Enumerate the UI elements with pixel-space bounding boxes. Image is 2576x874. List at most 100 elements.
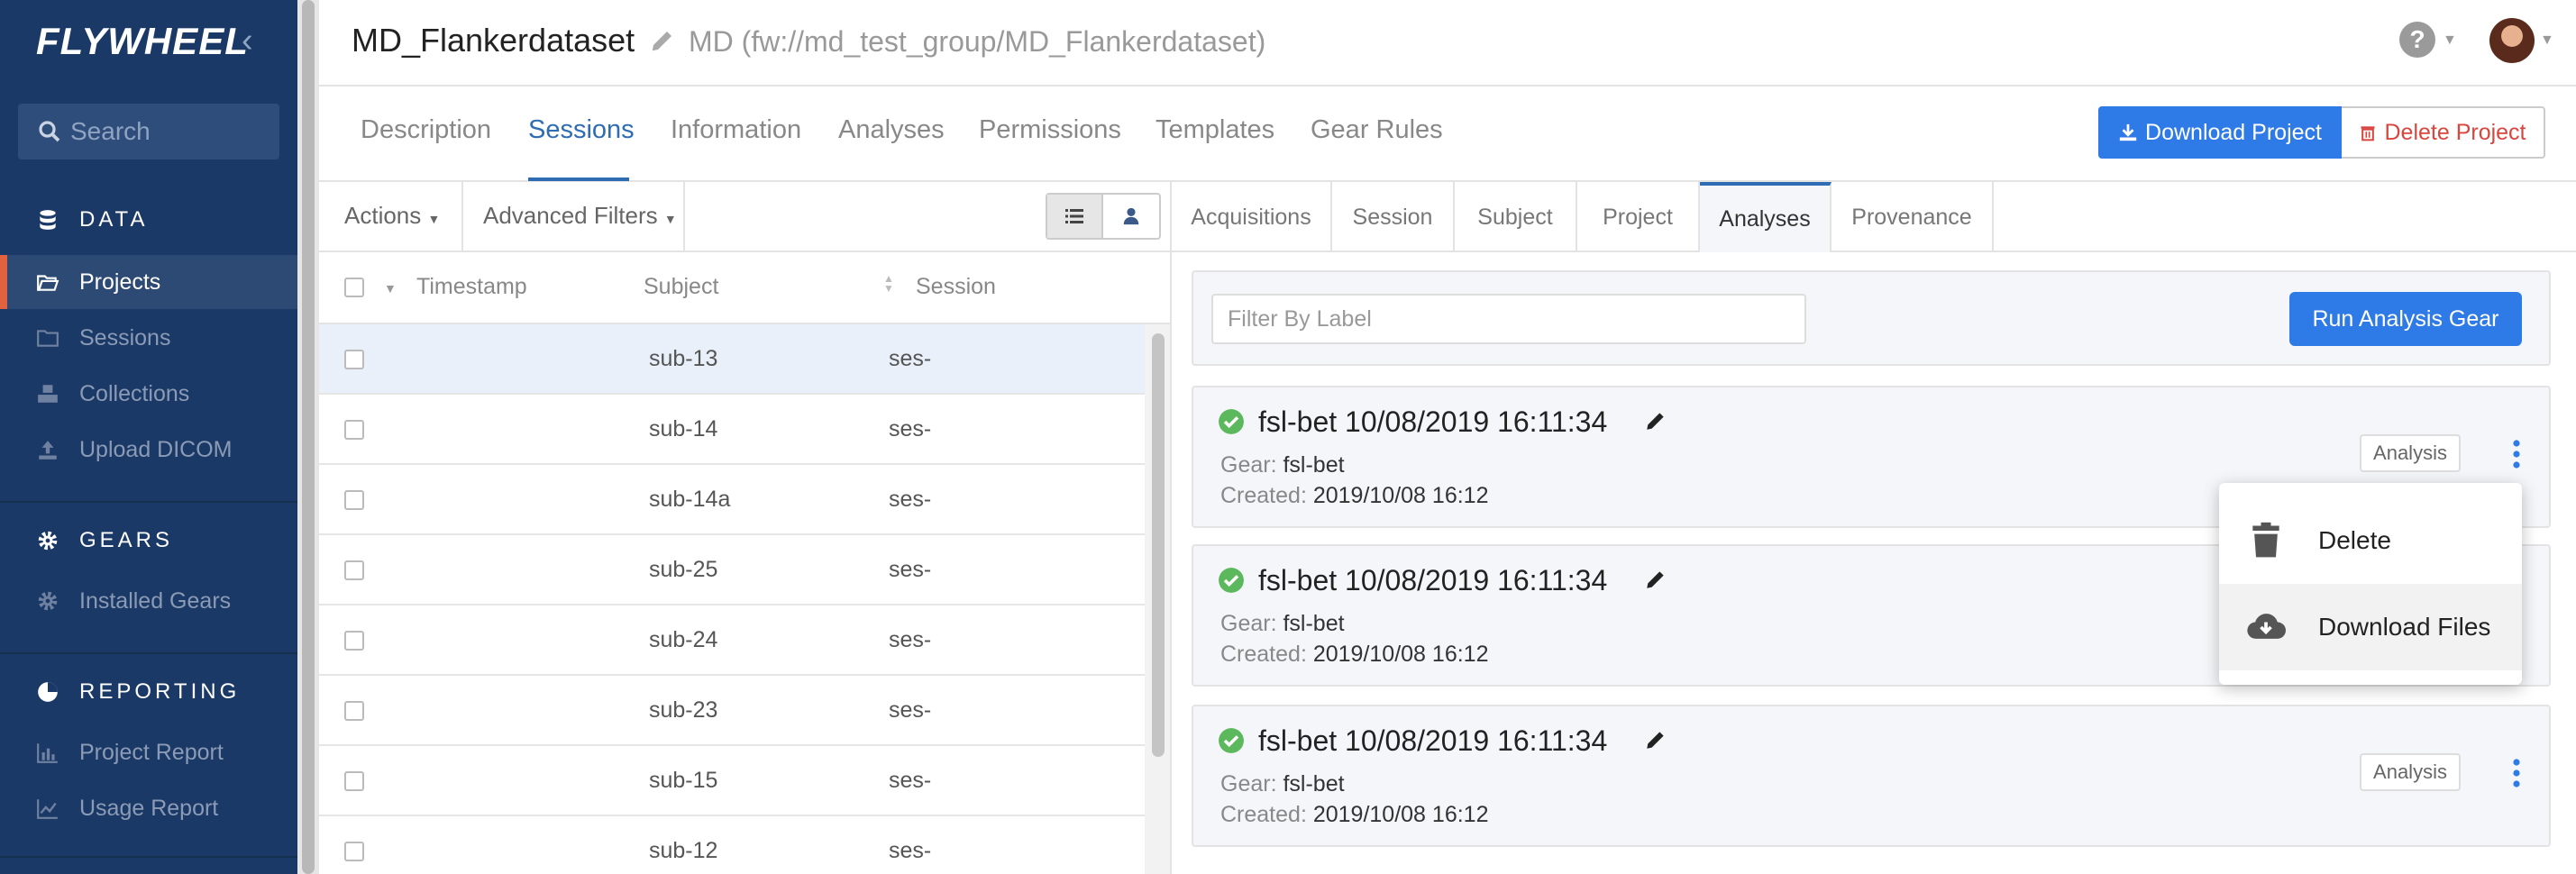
tab-information[interactable]: Information	[671, 115, 801, 145]
table-scrollbar[interactable]	[1145, 324, 1172, 874]
analysis-badge: Analysis	[2360, 434, 2461, 472]
tab-analyses[interactable]: Analyses	[838, 115, 945, 145]
actions-dropdown[interactable]: Actions ▼	[344, 202, 440, 230]
download-project-button[interactable]: Download Project	[2098, 106, 2342, 159]
tab-acquisitions[interactable]: Acquisitions	[1172, 182, 1332, 252]
sidebar-item-sessions[interactable]: Sessions	[0, 311, 297, 365]
sidebar-item-project-report[interactable]: Project Report	[0, 725, 297, 779]
sidebar-item-label: Projects	[79, 269, 161, 295]
detail-tabs: Acquisitions Session Subject Project Ana…	[1172, 182, 2576, 252]
column-session[interactable]: Session	[916, 274, 996, 300]
row-checkbox[interactable]	[344, 631, 364, 651]
help-caret-icon[interactable]: ▼	[2443, 32, 2457, 49]
download-icon	[2119, 123, 2137, 141]
folder-icon	[37, 330, 59, 347]
flywheel-logo[interactable]: FLYWHEEL	[36, 20, 249, 63]
row-session: ses-	[889, 416, 932, 442]
cloud-download-icon	[2247, 614, 2286, 639]
row-checkbox[interactable]	[344, 701, 364, 721]
sort-desc-icon[interactable]: ▼	[384, 281, 397, 296]
row-checkbox[interactable]	[344, 771, 364, 791]
subject-view-button[interactable]	[1103, 195, 1159, 238]
row-session: ses-	[889, 346, 932, 371]
menu-item-download-files[interactable]: Download Files	[2219, 584, 2522, 670]
tab-project[interactable]: Project	[1577, 182, 1700, 252]
menu-item-delete[interactable]: Delete	[2219, 497, 2522, 584]
row-subject: sub-24	[649, 627, 718, 652]
select-all-checkbox[interactable]	[344, 278, 364, 297]
pencil-icon[interactable]	[649, 27, 676, 54]
analyses-filter-bar: Run Analysis Gear	[1192, 270, 2551, 366]
cubes-icon	[38, 385, 58, 403]
analysis-created: Created: 2019/10/08 16:12	[1220, 483, 1488, 509]
run-analysis-gear-button[interactable]: Run Analysis Gear	[2289, 292, 2522, 346]
tab-session[interactable]: Session	[1332, 182, 1455, 252]
section-gears: GEARS	[36, 528, 173, 553]
analysis-badge: Analysis	[2360, 753, 2461, 791]
gear-icon	[38, 531, 58, 551]
kebab-menu-icon[interactable]	[2509, 438, 2524, 470]
row-checkbox[interactable]	[344, 490, 364, 510]
tab-analyses-detail[interactable]: Analyses	[1700, 182, 1832, 252]
avatar-caret-icon[interactable]: ▼	[2540, 32, 2554, 49]
table-row[interactable]: sub-24 ses-	[319, 605, 1145, 676]
page-scrollbar-thumb[interactable]	[302, 0, 315, 874]
table-row[interactable]: sub-23 ses-	[319, 676, 1145, 746]
table-row[interactable]: sub-15 ses-	[319, 746, 1145, 816]
sidebar-item-label: Project Report	[79, 739, 224, 765]
trash-icon	[2252, 522, 2279, 558]
analysis-context-menu: Delete Download Files	[2219, 483, 2522, 685]
tab-sessions[interactable]: Sessions	[528, 115, 635, 145]
table-row[interactable]: sub-14a ses-	[319, 465, 1145, 535]
page-scrollbar[interactable]	[297, 0, 319, 874]
row-checkbox[interactable]	[344, 350, 364, 369]
list-view-button[interactable]	[1047, 195, 1104, 238]
sort-icon[interactable]: ▲ ▼	[883, 273, 894, 294]
line-chart-icon	[37, 799, 58, 819]
collapse-sidebar-icon[interactable]: ‹	[242, 22, 253, 60]
menu-item-label: Delete	[2318, 526, 2391, 554]
filter-by-label-input[interactable]	[1211, 294, 1806, 344]
analysis-card[interactable]: fsl-bet 10/08/2019 16:11:34 Gear: fsl-be…	[1192, 705, 2551, 847]
sidebar-item-usage-report[interactable]: Usage Report	[0, 781, 297, 835]
analysis-created: Created: 2019/10/08 16:12	[1220, 802, 1488, 828]
tab-provenance[interactable]: Provenance	[1832, 182, 1994, 252]
column-subject[interactable]: Subject	[644, 274, 718, 300]
table-row[interactable]: sub-13 ses-	[319, 324, 1145, 395]
table-row[interactable]: sub-14 ses-	[319, 395, 1145, 465]
pencil-icon[interactable]	[1644, 568, 1667, 591]
table-row[interactable]: sub-25 ses-	[319, 535, 1145, 605]
search-icon	[39, 121, 60, 142]
delete-project-label: Delete Project	[2384, 119, 2526, 145]
sidebar-divider	[0, 652, 297, 654]
row-session: ses-	[889, 557, 932, 582]
pencil-icon[interactable]	[1644, 728, 1667, 751]
sidebar-item-upload-dicom[interactable]: Upload DICOM	[0, 423, 297, 477]
tab-description[interactable]: Description	[361, 115, 491, 145]
row-checkbox[interactable]	[344, 842, 364, 861]
table-row[interactable]: sub-12 ses-	[319, 816, 1145, 874]
row-checkbox[interactable]	[344, 560, 364, 580]
column-timestamp[interactable]: Timestamp	[416, 274, 527, 300]
advanced-filters-dropdown[interactable]: Advanced Filters ▼	[483, 202, 677, 230]
actions-label: Actions	[344, 202, 422, 229]
table-scrollbar-thumb[interactable]	[1152, 333, 1165, 757]
tab-templates[interactable]: Templates	[1156, 115, 1274, 145]
search-box[interactable]	[18, 104, 279, 159]
help-icon[interactable]: ?	[2399, 22, 2435, 58]
kebab-menu-icon[interactable]	[2509, 757, 2524, 789]
search-input[interactable]	[70, 113, 269, 150]
tab-subject[interactable]: Subject	[1455, 182, 1577, 252]
bar-chart-icon	[37, 743, 58, 763]
pencil-icon[interactable]	[1644, 409, 1667, 432]
row-session: ses-	[889, 627, 932, 652]
tab-gear-rules[interactable]: Gear Rules	[1311, 115, 1443, 145]
sidebar-item-projects[interactable]: Projects	[0, 255, 297, 309]
delete-project-button[interactable]: Delete Project	[2342, 106, 2545, 159]
row-checkbox[interactable]	[344, 420, 364, 440]
sidebar-item-installed-gears[interactable]: Installed Gears	[0, 574, 297, 628]
tab-permissions[interactable]: Permissions	[979, 115, 1121, 145]
sidebar-item-collections[interactable]: Collections	[0, 367, 297, 421]
active-tab-indicator	[528, 178, 629, 181]
avatar[interactable]	[2489, 18, 2535, 63]
